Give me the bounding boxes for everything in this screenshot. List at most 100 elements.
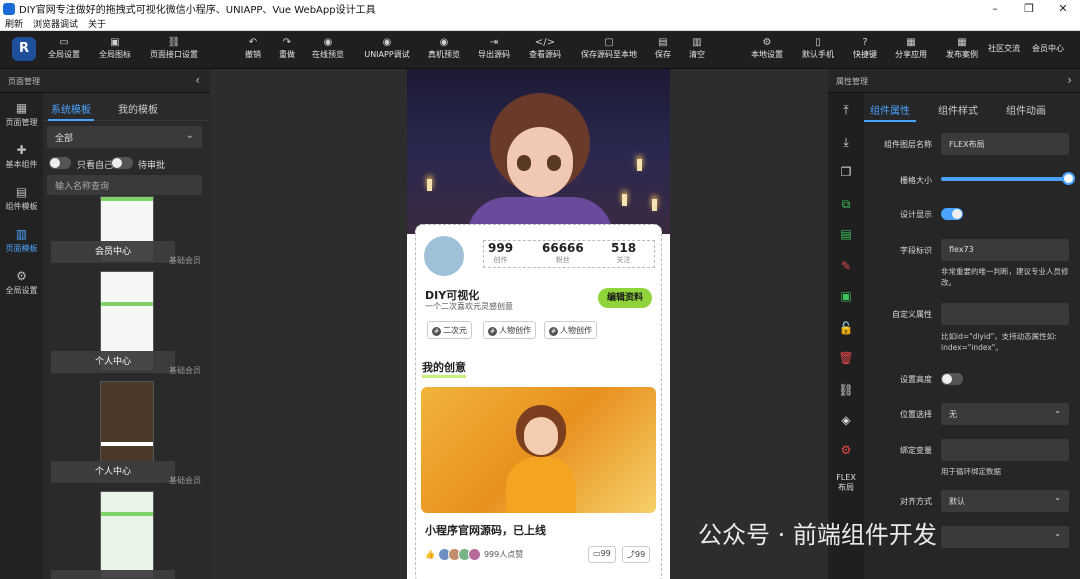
slider-thumb[interactable] (1062, 172, 1075, 185)
redo-button[interactable]: ↷ 重做 (279, 36, 295, 60)
profile-subtitle: 一个二次喜欢元灵感创意 (425, 302, 513, 311)
nav-page-manage[interactable]: ▦ 页面管理 (0, 101, 43, 128)
tab-my-templates[interactable]: 我的模板 (118, 101, 158, 116)
undo-button[interactable]: ↶ 撤销 (245, 36, 261, 60)
field-id-input[interactable]: flex73 (941, 239, 1069, 261)
collapse-left-icon[interactable]: ‹ (195, 73, 200, 87)
default-phone-button[interactable]: ▯ 默认手机 (802, 36, 834, 60)
set-height-toggle[interactable] (941, 373, 963, 385)
edit-profile-button[interactable]: 编辑资料 (598, 288, 652, 308)
app-logo: R (12, 37, 36, 61)
likes-text: 999人点赞 (483, 550, 524, 559)
menu-refresh[interactable]: 刷新 (5, 17, 23, 30)
position-select[interactable]: 无 ⌄ (941, 403, 1069, 425)
hash-icon: # (488, 327, 497, 336)
avatar (467, 548, 481, 561)
page-api-settings-button[interactable]: ⛓ 页面接口设置 (150, 36, 198, 60)
share-app-button[interactable]: ▦ 分享应用 (895, 36, 927, 60)
phone-preview[interactable]: 999 创作 66666 粉丝 518 关注 DIY可视化 一个二次喜欢元灵感创意 编… (407, 69, 670, 579)
nav-page-templates[interactable]: ▥ 页面模板 (0, 227, 43, 254)
local-settings-button[interactable]: ⚙ 本地设置 (751, 36, 783, 60)
global-settings-button[interactable]: ▭ 全局设置 (48, 36, 80, 60)
post-image[interactable] (421, 387, 656, 513)
only-mine-toggle[interactable] (49, 157, 71, 169)
menu-bar: 刷新 浏览器调试 关于 (0, 17, 1080, 31)
template-use-button[interactable]: 个人中心 (51, 351, 175, 373)
bind-variable-input[interactable] (941, 439, 1069, 461)
next-property-select[interactable]: ⌄ (941, 526, 1069, 548)
redo-icon: ↷ (282, 37, 292, 48)
design-show-toggle[interactable] (941, 208, 963, 220)
save-icon: ▤ (658, 37, 668, 48)
menu-about[interactable]: 关于 (88, 17, 106, 30)
grid-size-label: 栅格大小 (900, 176, 932, 185)
share-button[interactable]: ⤴99 (622, 546, 651, 563)
nav-global-settings[interactable]: ⚙ 全局设置 (0, 269, 43, 296)
online-preview-button[interactable]: ◉ 在线预览 (312, 36, 344, 60)
layer-name-label: 组件图层名称 (884, 140, 932, 149)
eye-icon: ◉ (323, 37, 333, 48)
category-select[interactable]: 全部 ⌄ (47, 126, 202, 148)
pending-toggle[interactable] (111, 157, 133, 169)
comment-button[interactable]: ▭99 (588, 546, 616, 563)
post-title: 小程序官网源码，已上线 (425, 524, 546, 537)
paste-icon[interactable]: ▣ (828, 289, 864, 303)
undo-icon: ↶ (248, 37, 258, 48)
set-height-label: 设置高度 (900, 375, 932, 384)
publish-grid-icon: ▦ (957, 37, 967, 48)
unlock-icon[interactable]: 🔓 (828, 321, 864, 335)
phone-icon: ▯ (815, 37, 821, 48)
export-source-button[interactable]: ⇥ 导出源码 (478, 36, 510, 60)
nav-basic-components[interactable]: ✚ 基本组件 (0, 143, 43, 170)
hash-icon: # (432, 327, 441, 336)
template-use-button[interactable]: 会员中心 (51, 241, 175, 263)
tab-component-props[interactable]: 组件属性 (870, 102, 910, 117)
template-use-button[interactable] (51, 570, 175, 579)
global-icons-button[interactable]: ▣ 全局图标 (99, 36, 131, 60)
member-center-button[interactable]: 会员中心 (1032, 43, 1064, 54)
likes-row: 👍 999人点赞 (425, 548, 523, 561)
clear-button[interactable]: ▥ 清空 (689, 36, 705, 60)
trash-icon[interactable]: 🗑 (828, 351, 864, 365)
align-select[interactable]: 默认 ⌄ (941, 490, 1069, 512)
close-button[interactable]: ✕ (1046, 2, 1080, 15)
tag-chip[interactable]: # 人物创作 (483, 321, 536, 339)
template-search-input[interactable]: 输入名称查询 (47, 175, 202, 195)
comment-icon: ▭ (593, 549, 601, 558)
template-thumbnail[interactable] (100, 491, 154, 579)
maximize-button[interactable]: ❐ (1012, 2, 1046, 15)
view-source-button[interactable]: </> 查看源码 (529, 36, 561, 60)
window-title: DIY官网专注做好的拖拽式可视化微信小程序、UNIAPP、Vue WebApp设… (19, 5, 376, 16)
document-icon[interactable]: ▤ (828, 227, 864, 241)
tag-chip[interactable]: # 二次元 (427, 321, 472, 339)
save-source-local-button[interactable]: ▢ 保存源码至本地 (581, 36, 637, 60)
community-button[interactable]: 社区交流 (988, 43, 1020, 54)
publish-case-button[interactable]: ▦ 发布案例 (946, 36, 978, 60)
custom-attr-input[interactable] (941, 303, 1069, 325)
minimize-button[interactable]: – (978, 2, 1012, 15)
shortcuts-button[interactable]: ? 快捷键 (853, 36, 877, 60)
grid-size-slider[interactable] (941, 172, 1075, 185)
tag-chip[interactable]: # 人物创作 (544, 321, 597, 339)
link-icon[interactable]: ⛓ (828, 383, 864, 397)
move-top-icon[interactable]: ⤒ (828, 103, 864, 118)
left-nav: ▦ 页面管理 ✚ 基本组件 ▤ 组件模板 ▥ 页面模板 ⚙ 全局设置 (0, 93, 43, 579)
tab-system-templates[interactable]: 系统模板 (51, 101, 91, 116)
nav-component-templates[interactable]: ▤ 组件模板 (0, 185, 43, 212)
menu-browser-debug[interactable]: 浏览器调试 (33, 17, 78, 30)
stat-following: 518 关注 (611, 241, 637, 264)
device-preview-button[interactable]: ◉ 真机预览 (428, 36, 460, 60)
layer-name-input[interactable]: FLEX布局 (941, 133, 1069, 155)
template-category: 基础会员 (169, 366, 201, 375)
tab-component-style[interactable]: 组件样式 (938, 102, 978, 117)
save-button[interactable]: ▤ 保存 (655, 36, 671, 60)
collapse-right-icon[interactable]: › (1067, 73, 1072, 87)
like-icon[interactable]: 👍 (425, 550, 435, 559)
edit-icon[interactable]: ✎ (828, 259, 864, 273)
hash-icon: # (549, 327, 558, 336)
watermark: 公众号 · 前端组件开发 (698, 521, 937, 549)
template-use-button[interactable]: 个人中心 (51, 461, 175, 483)
tab-component-animation[interactable]: 组件动画 (1006, 102, 1046, 117)
app-icon (3, 2, 15, 15)
uniapp-debug-button[interactable]: ◉ UNIAPP调试 (364, 36, 409, 60)
